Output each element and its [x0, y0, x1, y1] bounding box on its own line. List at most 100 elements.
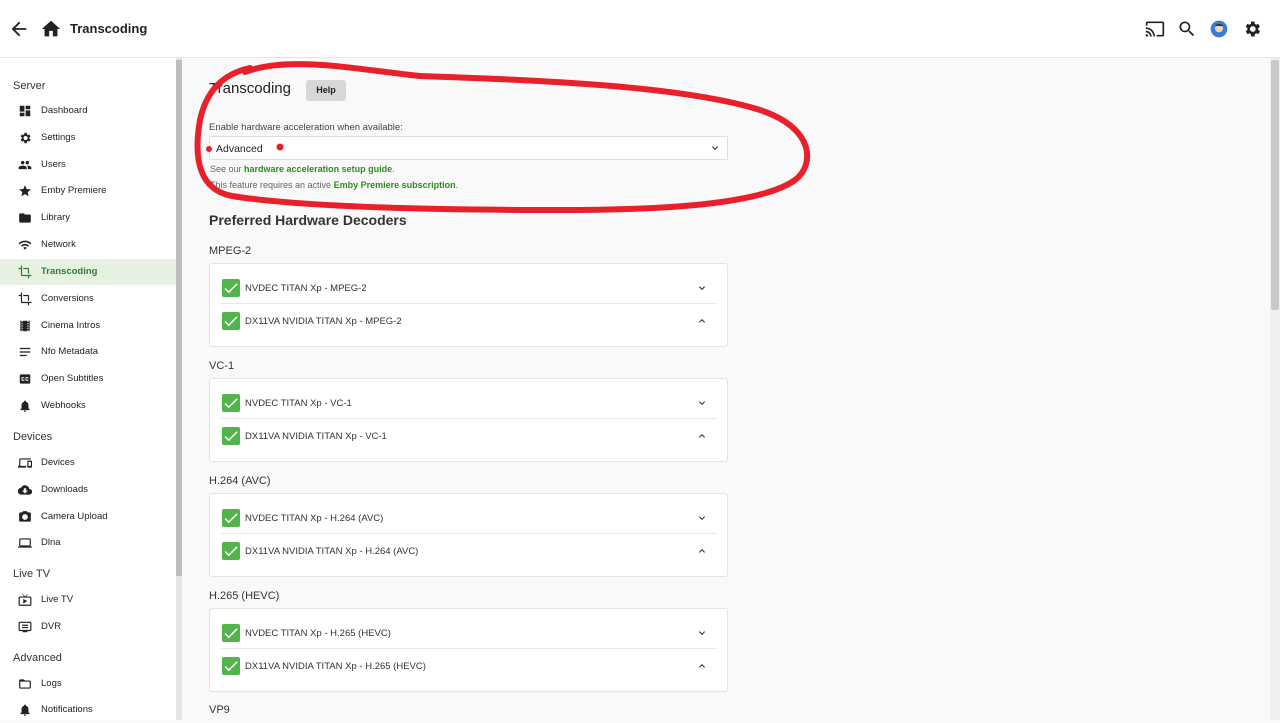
dashboard-icon — [19, 105, 31, 117]
settings-gear-icon[interactable] — [1242, 19, 1262, 39]
chevron-down-icon[interactable] — [696, 627, 708, 639]
sidebar-item-conversions[interactable]: Conversions — [0, 286, 176, 312]
star-icon — [19, 185, 31, 197]
hw-accel-label: Enable hardware acceleration when availa… — [209, 122, 403, 133]
check-icon — [224, 316, 238, 327]
check-icon — [224, 431, 238, 442]
sidebar-item-notifications[interactable]: Notifications — [0, 697, 176, 723]
decoder-checkbox[interactable] — [222, 624, 240, 642]
check-icon — [224, 283, 238, 294]
closed-caption-icon — [19, 374, 31, 384]
sidebar-scrollbar-thumb[interactable] — [176, 60, 182, 576]
decoder-group-title: VC-1 — [209, 360, 235, 372]
sidebar-item-label: Settings — [41, 132, 76, 143]
decoder-row[interactable]: DX11VA NVIDIA TITAN Xp - H.265 (HEVC) — [221, 650, 717, 682]
decoder-group-title: H.265 (HEVC) — [209, 590, 280, 602]
decoder-checkbox[interactable] — [222, 427, 240, 445]
decoder-row[interactable]: NVDEC TITAN Xp - VC-1 — [221, 387, 717, 419]
chevron-up-icon[interactable] — [696, 430, 708, 442]
chevron-up-icon[interactable] — [696, 545, 708, 557]
setup-guide-link[interactable]: hardware acceleration setup guide — [244, 164, 392, 174]
sidebar-section-server: Server — [13, 80, 46, 92]
decoders-title: Preferred Hardware Decoders — [209, 212, 407, 228]
check-icon — [224, 398, 238, 409]
sidebar-section-devices: Devices — [13, 431, 53, 443]
decoder-row[interactable]: NVDEC TITAN Xp - MPEG-2 — [221, 272, 717, 304]
sidebar-item-label: Network — [41, 239, 76, 250]
users-icon — [18, 160, 32, 170]
folder-outline-icon — [19, 679, 31, 689]
decoder-checkbox[interactable] — [222, 279, 240, 297]
sidebar-item-live-tv[interactable]: Live TV — [0, 587, 176, 613]
sidebar-item-label: DVR — [41, 621, 62, 632]
sidebar-item-label: Notifications — [41, 704, 93, 715]
sidebar-item-downloads[interactable]: Downloads — [0, 477, 176, 503]
sidebar-item-label: Nfo Metadata — [41, 346, 99, 357]
decoder-checkbox[interactable] — [222, 509, 240, 527]
decoder-row[interactable]: NVDEC TITAN Xp - H.265 (HEVC) — [221, 617, 717, 649]
hw-accel-select[interactable]: Advanced — [209, 136, 728, 160]
decoder-checkbox[interactable] — [222, 394, 240, 412]
sidebar-item-dlna[interactable]: Dlna — [0, 530, 176, 556]
help-button[interactable]: Help — [306, 80, 346, 101]
decoder-checkbox[interactable] — [222, 657, 240, 675]
check-icon — [224, 661, 238, 672]
sidebar-item-emby-premiere[interactable]: Emby Premiere — [0, 178, 176, 204]
sidebar-item-dvr[interactable]: DVR — [0, 614, 176, 640]
premiere-requirement-note: This feature requires an active Emby Pre… — [210, 180, 459, 190]
decoder-label: NVDEC TITAN Xp - VC-1 — [245, 398, 352, 409]
sidebar-item-label: Library — [41, 212, 71, 223]
sidebar-item-label: Downloads — [41, 484, 88, 495]
sidebar-item-settings[interactable]: Settings — [0, 125, 176, 151]
check-icon — [224, 628, 238, 639]
chevron-up-icon[interactable] — [696, 315, 708, 327]
decoder-card: NVDEC TITAN Xp - H.264 (AVC) DX11VA NVID… — [209, 493, 728, 577]
decoder-label: NVDEC TITAN Xp - H.265 (HEVC) — [245, 628, 391, 639]
top-bar: Transcoding — [0, 0, 1280, 58]
decoder-card: NVDEC TITAN Xp - VC-1 DX11VA NVIDIA TITA… — [209, 378, 728, 462]
sidebar-item-dashboard[interactable]: Dashboard — [0, 98, 176, 124]
decoder-group-title: MPEG-2 — [209, 245, 252, 257]
decoder-row[interactable]: DX11VA NVIDIA TITAN Xp - H.264 (AVC) — [221, 535, 717, 567]
folder-icon — [19, 213, 31, 223]
decoder-group-title: H.264 (AVC) — [209, 475, 271, 487]
cast-icon[interactable] — [1145, 19, 1165, 39]
sidebar-item-logs[interactable]: Logs — [0, 671, 176, 697]
premiere-subscription-link[interactable]: Emby Premiere subscription — [334, 180, 456, 190]
decoder-checkbox[interactable] — [222, 542, 240, 560]
sidebar: Server Dashboard Settings Users Emby Pre… — [0, 58, 176, 720]
chevron-up-icon[interactable] — [696, 660, 708, 672]
chevron-down-icon[interactable] — [696, 512, 708, 524]
section-title: Transcoding — [209, 80, 291, 97]
sidebar-item-camera-upload[interactable]: Camera Upload — [0, 504, 176, 530]
sidebar-item-transcoding[interactable]: Transcoding — [0, 259, 176, 285]
sidebar-item-network[interactable]: Network — [0, 232, 176, 258]
decoder-label: DX11VA NVIDIA TITAN Xp - VC-1 — [245, 431, 387, 442]
sidebar-item-webhooks[interactable]: Webhooks — [0, 393, 176, 419]
sidebar-section-live-tv: Live TV — [13, 568, 51, 580]
main-scrollbar-thumb[interactable] — [1271, 60, 1279, 310]
user-avatar-icon[interactable] — [1209, 19, 1229, 39]
home-icon[interactable] — [40, 18, 62, 40]
chevron-down-icon[interactable] — [696, 397, 708, 409]
sidebar-item-nfo-metadata[interactable]: Nfo Metadata — [0, 339, 176, 365]
sidebar-item-devices[interactable]: Devices — [0, 450, 176, 476]
decoder-row[interactable]: NVDEC TITAN Xp - H.264 (AVC) — [221, 502, 717, 534]
decoder-card: NVDEC TITAN Xp - H.265 (HEVC) DX11VA NVI… — [209, 608, 728, 692]
gear-icon — [20, 132, 31, 144]
text-lines-icon — [19, 347, 31, 357]
decoder-row[interactable]: DX11VA NVIDIA TITAN Xp - MPEG-2 — [221, 305, 717, 337]
decoder-label: DX11VA NVIDIA TITAN Xp - H.265 (HEVC) — [245, 661, 426, 672]
crop-icon — [18, 292, 32, 306]
sidebar-item-open-subtitles[interactable]: Open Subtitles — [0, 366, 176, 392]
sidebar-item-cinema-intros[interactable]: Cinema Intros — [0, 313, 176, 339]
sidebar-item-library[interactable]: Library — [0, 205, 176, 231]
search-icon[interactable] — [1177, 19, 1197, 39]
decoder-checkbox[interactable] — [222, 312, 240, 330]
decoder-row[interactable]: DX11VA NVIDIA TITAN Xp - VC-1 — [221, 420, 717, 452]
back-arrow-icon[interactable] — [8, 18, 30, 40]
sidebar-item-label: Devices — [41, 457, 75, 468]
chevron-down-icon[interactable] — [696, 282, 708, 294]
sidebar-item-label: Dashboard — [41, 105, 88, 116]
sidebar-item-users[interactable]: Users — [0, 152, 176, 178]
